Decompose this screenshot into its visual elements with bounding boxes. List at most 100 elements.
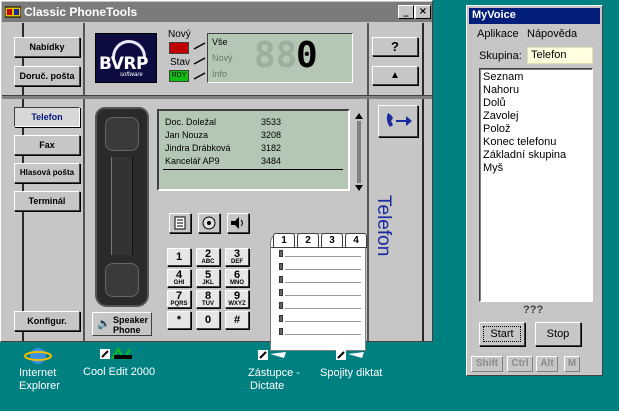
key-digit: # bbox=[233, 314, 241, 326]
memo-line[interactable] bbox=[285, 269, 361, 270]
phonebook-icon bbox=[174, 216, 186, 230]
phonebook-entry[interactable]: Kancelář AP9 3484 bbox=[165, 156, 345, 166]
icon-label: Cool Edit 2000 bbox=[83, 366, 156, 378]
handset-earpiece bbox=[105, 117, 139, 151]
start-button[interactable]: Start bbox=[479, 322, 525, 346]
memo-tab-1[interactable]: 1 bbox=[273, 233, 295, 247]
myvoice-window: MyVoice Aplikace Nápověda Skupina: Telef… bbox=[466, 5, 603, 376]
help-button[interactable]: ? bbox=[372, 37, 418, 56]
list-item[interactable]: Nahoru bbox=[483, 84, 519, 96]
key-1[interactable]: 1 bbox=[167, 248, 191, 266]
volume-key[interactable] bbox=[227, 213, 249, 233]
frame-line bbox=[83, 23, 85, 341]
key-9[interactable]: 9 WXYZ bbox=[225, 290, 249, 308]
phonebook-entry[interactable]: Doc. Doležal 3533 bbox=[165, 117, 345, 127]
entry-name: Jindra Drábková bbox=[165, 143, 231, 153]
phonebook-entry[interactable]: Jan Nouza 3208 bbox=[165, 130, 345, 140]
handset[interactable] bbox=[95, 107, 149, 307]
desktop-icon-cooledit[interactable]: Cool Edit 2000 bbox=[82, 344, 156, 384]
desktop-icon-dictate[interactable]: Zástupce - Dictate bbox=[248, 344, 304, 394]
memo-ring bbox=[279, 250, 283, 257]
logo-text: BVRP bbox=[99, 54, 148, 74]
phonebook-scrollbar[interactable] bbox=[355, 113, 363, 191]
memo-ring bbox=[279, 276, 283, 283]
settings-key[interactable] bbox=[198, 213, 220, 233]
list-item[interactable]: Dolů bbox=[483, 97, 506, 109]
frame-line bbox=[367, 23, 369, 341]
menu-button[interactable]: Nabídky bbox=[14, 37, 80, 57]
memo-line[interactable] bbox=[285, 256, 361, 257]
entry-number: 3533 bbox=[261, 117, 282, 127]
config-button[interactable]: Konfigur. bbox=[14, 311, 80, 331]
minimize-button[interactable]: _ bbox=[398, 5, 414, 19]
phonebook-entry[interactable]: Jindra Drábková 3182 bbox=[165, 143, 345, 153]
stop-button[interactable]: Stop bbox=[535, 322, 581, 346]
filter-new[interactable]: Nový bbox=[212, 53, 233, 63]
desktop-icon-spojity-diktat[interactable]: Spojity diktat bbox=[316, 344, 386, 384]
key-6[interactable]: 6 MNO bbox=[225, 269, 249, 287]
menu-napoveda[interactable]: Nápověda bbox=[527, 28, 577, 40]
key-star[interactable]: * bbox=[167, 311, 191, 329]
key-2[interactable]: 2 ABC bbox=[196, 248, 220, 266]
memo-line[interactable] bbox=[285, 295, 361, 296]
key-8[interactable]: 8 TUV bbox=[196, 290, 220, 308]
key-digit: 0 bbox=[204, 314, 212, 326]
key-7[interactable]: 7 PQRS bbox=[167, 290, 191, 308]
menu-aplikace[interactable]: Aplikace bbox=[477, 28, 519, 40]
speakerphone-button[interactable]: 🔊 Speaker Phone bbox=[92, 312, 152, 336]
entry-number: 3182 bbox=[261, 143, 282, 153]
separator-band bbox=[2, 95, 432, 99]
key-0[interactable]: 0 bbox=[196, 311, 220, 329]
status-display: Vše Nový Info 88 0 bbox=[207, 33, 353, 83]
key-digit: * bbox=[176, 314, 182, 326]
key-letters: ABC bbox=[201, 259, 215, 265]
list-item[interactable]: Základní skupina bbox=[483, 149, 566, 161]
key-5[interactable]: 5 JKL bbox=[196, 269, 220, 287]
myvoice-title-bar[interactable]: MyVoice bbox=[469, 8, 600, 24]
group-field[interactable]: Telefon bbox=[527, 47, 593, 64]
list-item[interactable]: Seznam bbox=[483, 71, 523, 83]
memo-tab-4[interactable]: 4 bbox=[345, 233, 367, 247]
memo-line[interactable] bbox=[285, 321, 361, 322]
call-button[interactable] bbox=[378, 105, 418, 137]
new-led bbox=[169, 42, 189, 54]
list-item[interactable]: Polož bbox=[483, 123, 511, 135]
mode-terminal[interactable]: Terminál bbox=[14, 191, 80, 211]
mode-voicemail[interactable]: Hlasová pošta bbox=[14, 163, 80, 183]
key-letters: PQRS bbox=[170, 301, 188, 307]
shortcut-dictate-icon bbox=[258, 350, 286, 360]
icon-label: Spojity diktat bbox=[320, 367, 383, 379]
entry-name: Jan Nouza bbox=[165, 130, 209, 140]
key-4[interactable]: 4 GHI bbox=[167, 269, 191, 287]
memo-tab-2[interactable]: 2 bbox=[297, 233, 319, 247]
command-list[interactable]: Seznam Nahoru Dolů Zavolej Polož Konec t… bbox=[479, 68, 593, 302]
filter-info[interactable]: Info bbox=[212, 69, 227, 79]
up-button[interactable]: ▲ bbox=[372, 66, 418, 85]
mode-telefon[interactable]: Telefon bbox=[14, 107, 80, 127]
ctrl-indicator: Ctrl bbox=[507, 356, 533, 372]
memo-ring bbox=[279, 289, 283, 296]
speed-dial-memo: 1 2 3 4 bbox=[270, 233, 367, 351]
memo-line[interactable] bbox=[285, 282, 361, 283]
memo-tab-3[interactable]: 3 bbox=[321, 233, 343, 247]
list-item[interactable]: Zavolej bbox=[483, 110, 518, 122]
mode-fax[interactable]: Fax bbox=[14, 135, 80, 155]
telefon-vertical-label: Telefon bbox=[374, 195, 394, 256]
memo-tab-line bbox=[271, 247, 367, 248]
message-counter-ghost: 88 bbox=[254, 35, 298, 76]
title-bar[interactable]: Classic PhoneTools _ □ bbox=[2, 2, 432, 22]
desktop-icon-ie[interactable]: Internet Explorer bbox=[18, 344, 60, 394]
key-letters: GHI bbox=[173, 280, 185, 286]
key-hash[interactable]: # bbox=[225, 311, 249, 329]
memo-line[interactable] bbox=[285, 308, 361, 309]
list-item[interactable]: Myš bbox=[483, 162, 503, 174]
phonebook-key[interactable] bbox=[169, 213, 191, 233]
inbox-button[interactable]: Doruč. pošta bbox=[14, 66, 80, 86]
memo-line[interactable] bbox=[285, 334, 361, 335]
key-3[interactable]: 3 DEF bbox=[225, 248, 249, 266]
cool-edit-icon bbox=[100, 347, 132, 361]
entry-number: 3484 bbox=[261, 156, 282, 166]
list-item[interactable]: Konec telefonu bbox=[483, 136, 556, 148]
filter-all[interactable]: Vše bbox=[212, 37, 228, 47]
close-button[interactable]: × bbox=[415, 5, 431, 19]
